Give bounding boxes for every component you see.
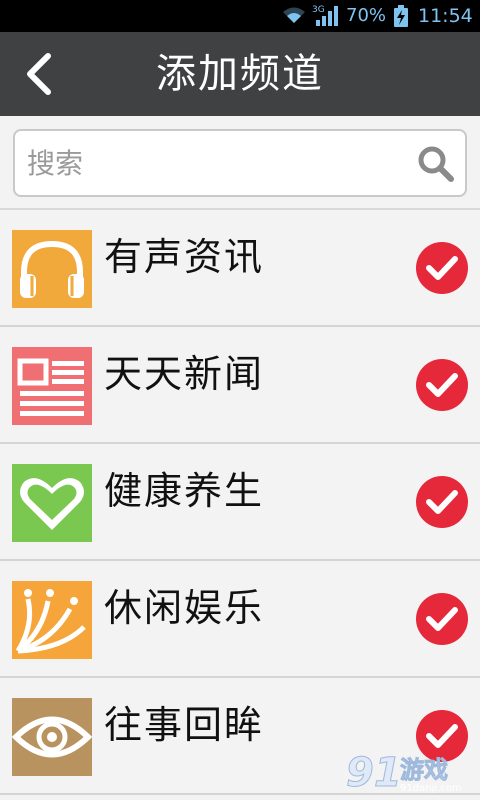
check-icon[interactable] [416,242,468,294]
signal-icon: 3G [312,5,338,26]
search-bar [0,116,480,210]
newspaper-icon [12,347,92,425]
channel-list: 有声资讯 天天新闻 健康养生 休闲娱乐 往事回眸 [0,210,480,795]
status-bar: 3G 70% 11:54 [0,0,480,32]
wifi-icon [283,7,305,23]
search-icon[interactable] [417,145,455,183]
app-header: 添加频道 [0,32,480,116]
channel-label: 休闲娱乐 [104,586,265,630]
svg-text:游戏: 游戏 [400,756,448,784]
page-title: 添加频道 [156,51,324,97]
channel-label: 健康养生 [104,469,265,513]
clock: 11:54 [418,5,473,27]
eye-icon [12,698,92,776]
headphones-icon [12,230,92,308]
back-button[interactable] [14,46,64,102]
svg-text:91: 91 [346,750,402,796]
watermark-site: 91danji.com [400,783,462,794]
search-box [13,129,467,197]
check-icon[interactable] [416,359,468,411]
battery-percent: 70% [346,5,387,26]
search-input[interactable] [27,141,407,185]
list-item[interactable]: 有声资讯 [0,210,480,327]
list-item[interactable]: 健康养生 [0,444,480,561]
check-icon[interactable] [416,476,468,528]
heart-icon [12,464,92,542]
channel-label: 往事回眸 [104,703,265,747]
firework-icon [12,581,92,659]
network-type: 3G [312,5,325,15]
channel-label: 天天新闻 [104,352,265,396]
check-icon[interactable] [416,593,468,645]
list-item[interactable]: 休闲娱乐 [0,561,480,678]
battery-charging-icon [394,5,408,27]
channel-label: 有声资讯 [104,235,265,279]
list-item[interactable]: 天天新闻 [0,327,480,444]
